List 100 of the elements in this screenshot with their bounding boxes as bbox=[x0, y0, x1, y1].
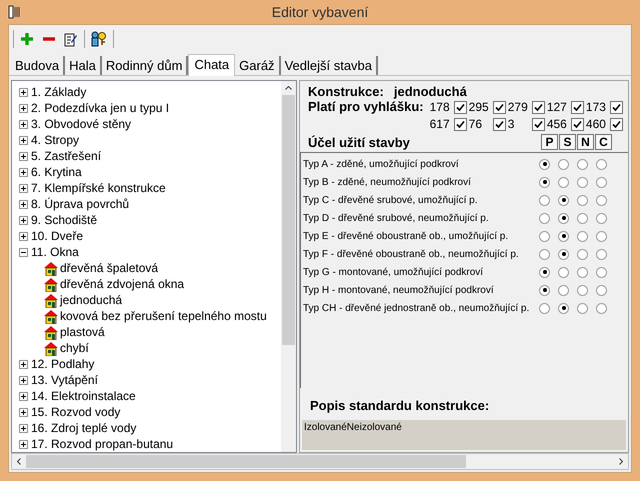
radio-button[interactable] bbox=[577, 302, 588, 314]
tree-item[interactable]: 17. Rozvod propan-butanu bbox=[31, 436, 174, 452]
expand-icon[interactable] bbox=[19, 152, 28, 160]
radio-button[interactable] bbox=[539, 266, 550, 278]
radio-button[interactable] bbox=[596, 194, 607, 206]
tree-item[interactable]: jednoduchá bbox=[60, 292, 122, 308]
add-button[interactable] bbox=[18, 30, 36, 48]
tree-item[interactable]: dřevěná zdvojená okna bbox=[60, 276, 184, 292]
radio-button[interactable] bbox=[577, 230, 588, 242]
radio-button[interactable] bbox=[596, 248, 607, 260]
tree-item[interactable]: 1. Základy bbox=[31, 84, 86, 100]
tree-item[interactable]: 10. Dveře bbox=[31, 228, 84, 244]
tree-item[interactable]: 6. Krytina bbox=[31, 164, 82, 180]
expand-icon[interactable] bbox=[19, 360, 28, 368]
radio-button[interactable] bbox=[558, 230, 569, 242]
tree-item[interactable]: 15. Rozvod vody bbox=[31, 404, 120, 420]
expand-icon[interactable] bbox=[19, 232, 28, 240]
radio-button[interactable] bbox=[577, 284, 588, 296]
scroll-right-icon[interactable] bbox=[619, 458, 623, 465]
expand-icon[interactable] bbox=[19, 440, 28, 448]
radio-button[interactable] bbox=[596, 302, 607, 314]
expand-icon[interactable] bbox=[19, 104, 28, 112]
expand-icon[interactable] bbox=[19, 392, 28, 400]
tree-item[interactable]: 12. Podlahy bbox=[31, 356, 94, 372]
tree-item[interactable]: 11. Okna bbox=[31, 244, 79, 260]
tree-item[interactable]: 4. Stropy bbox=[31, 132, 80, 148]
checkbox[interactable] bbox=[532, 118, 545, 131]
radio-button[interactable] bbox=[539, 230, 550, 242]
checkbox[interactable] bbox=[610, 101, 623, 114]
tree-item[interactable]: 5. Zastřešení bbox=[31, 148, 102, 164]
radio-button[interactable] bbox=[539, 248, 550, 260]
tree-item[interactable]: kovová bez přerušení tepelného mostu bbox=[60, 308, 267, 324]
vertical-scrollbar[interactable] bbox=[281, 81, 296, 452]
tree-item[interactable]: 16. Zdroj teplé vody bbox=[31, 420, 136, 436]
radio-button[interactable] bbox=[596, 176, 607, 188]
radio-button[interactable] bbox=[558, 158, 569, 170]
radio-button[interactable] bbox=[596, 230, 607, 242]
expand-icon[interactable] bbox=[19, 216, 28, 224]
tab[interactable]: Chata bbox=[188, 54, 236, 76]
radio-button[interactable] bbox=[539, 284, 550, 296]
expand-icon[interactable] bbox=[19, 88, 28, 96]
radio-button[interactable] bbox=[558, 194, 569, 206]
radio-button[interactable] bbox=[539, 212, 550, 224]
description-field[interactable]: IzolovanéNeizolované bbox=[302, 420, 626, 450]
expand-icon[interactable] bbox=[19, 424, 28, 432]
radio-button[interactable] bbox=[577, 266, 588, 278]
column-button[interactable]: N bbox=[577, 134, 594, 150]
radio-button[interactable] bbox=[539, 302, 550, 314]
expand-icon[interactable] bbox=[19, 136, 28, 144]
expand-icon[interactable] bbox=[19, 184, 28, 192]
radio-button[interactable] bbox=[577, 248, 588, 260]
horizontal-scrollbar[interactable] bbox=[11, 453, 629, 470]
checkbox[interactable] bbox=[532, 101, 545, 114]
radio-button[interactable] bbox=[558, 176, 569, 188]
tree-item[interactable]: 3. Obvodové stěny bbox=[31, 116, 132, 132]
column-button[interactable]: S bbox=[559, 134, 576, 150]
scroll-left-icon[interactable] bbox=[17, 458, 21, 465]
radio-button[interactable] bbox=[596, 158, 607, 170]
radio-button[interactable] bbox=[577, 194, 588, 206]
radio-button[interactable] bbox=[577, 176, 588, 188]
radio-button[interactable] bbox=[596, 212, 607, 224]
tree-item[interactable]: 8. Úprava povrchů bbox=[31, 196, 130, 212]
checkbox[interactable] bbox=[570, 118, 584, 131]
tree-item[interactable]: 7. Klempířské konstrukce bbox=[31, 180, 166, 196]
checkbox[interactable] bbox=[492, 101, 506, 114]
collapse-icon[interactable] bbox=[19, 248, 28, 256]
expand-icon[interactable] bbox=[19, 200, 28, 208]
radio-button[interactable] bbox=[539, 176, 550, 188]
tree-item[interactable]: dřevěná špaletová bbox=[60, 260, 158, 276]
checkbox[interactable] bbox=[610, 118, 623, 131]
radio-button[interactable] bbox=[596, 284, 607, 296]
column-button[interactable]: P bbox=[541, 134, 558, 150]
users-button[interactable] bbox=[89, 30, 109, 48]
scroll-up-icon[interactable] bbox=[285, 86, 292, 90]
radio-button[interactable] bbox=[596, 266, 607, 278]
tree-item[interactable]: 14. Elektroinstalace bbox=[31, 388, 136, 404]
expand-icon[interactable] bbox=[19, 408, 28, 416]
expand-icon[interactable] bbox=[19, 376, 28, 384]
radio-button[interactable] bbox=[539, 194, 550, 206]
radio-button[interactable] bbox=[558, 302, 569, 314]
checkbox[interactable] bbox=[454, 118, 467, 131]
radio-button[interactable] bbox=[558, 212, 569, 224]
radio-button[interactable] bbox=[558, 266, 569, 278]
radio-button[interactable] bbox=[577, 212, 588, 224]
tree-item[interactable]: 9. Schodiště bbox=[31, 212, 98, 228]
tree-item[interactable]: chybí bbox=[60, 340, 89, 356]
tree-item[interactable]: 13. Vytápění bbox=[31, 372, 98, 388]
checkbox[interactable] bbox=[570, 101, 584, 114]
tree-item[interactable]: 2. Podezdívka jen u typu I bbox=[31, 100, 170, 116]
radio-button[interactable] bbox=[577, 158, 588, 170]
expand-icon[interactable] bbox=[19, 120, 28, 128]
house-icon bbox=[43, 276, 59, 292]
expand-icon[interactable] bbox=[19, 168, 28, 176]
column-button[interactable]: C bbox=[595, 134, 612, 150]
radio-button[interactable] bbox=[558, 284, 569, 296]
checkbox[interactable] bbox=[454, 101, 467, 114]
radio-button[interactable] bbox=[558, 248, 569, 260]
tree-item[interactable]: plastová bbox=[60, 324, 105, 340]
checkbox[interactable] bbox=[492, 118, 506, 131]
radio-button[interactable] bbox=[539, 158, 550, 170]
